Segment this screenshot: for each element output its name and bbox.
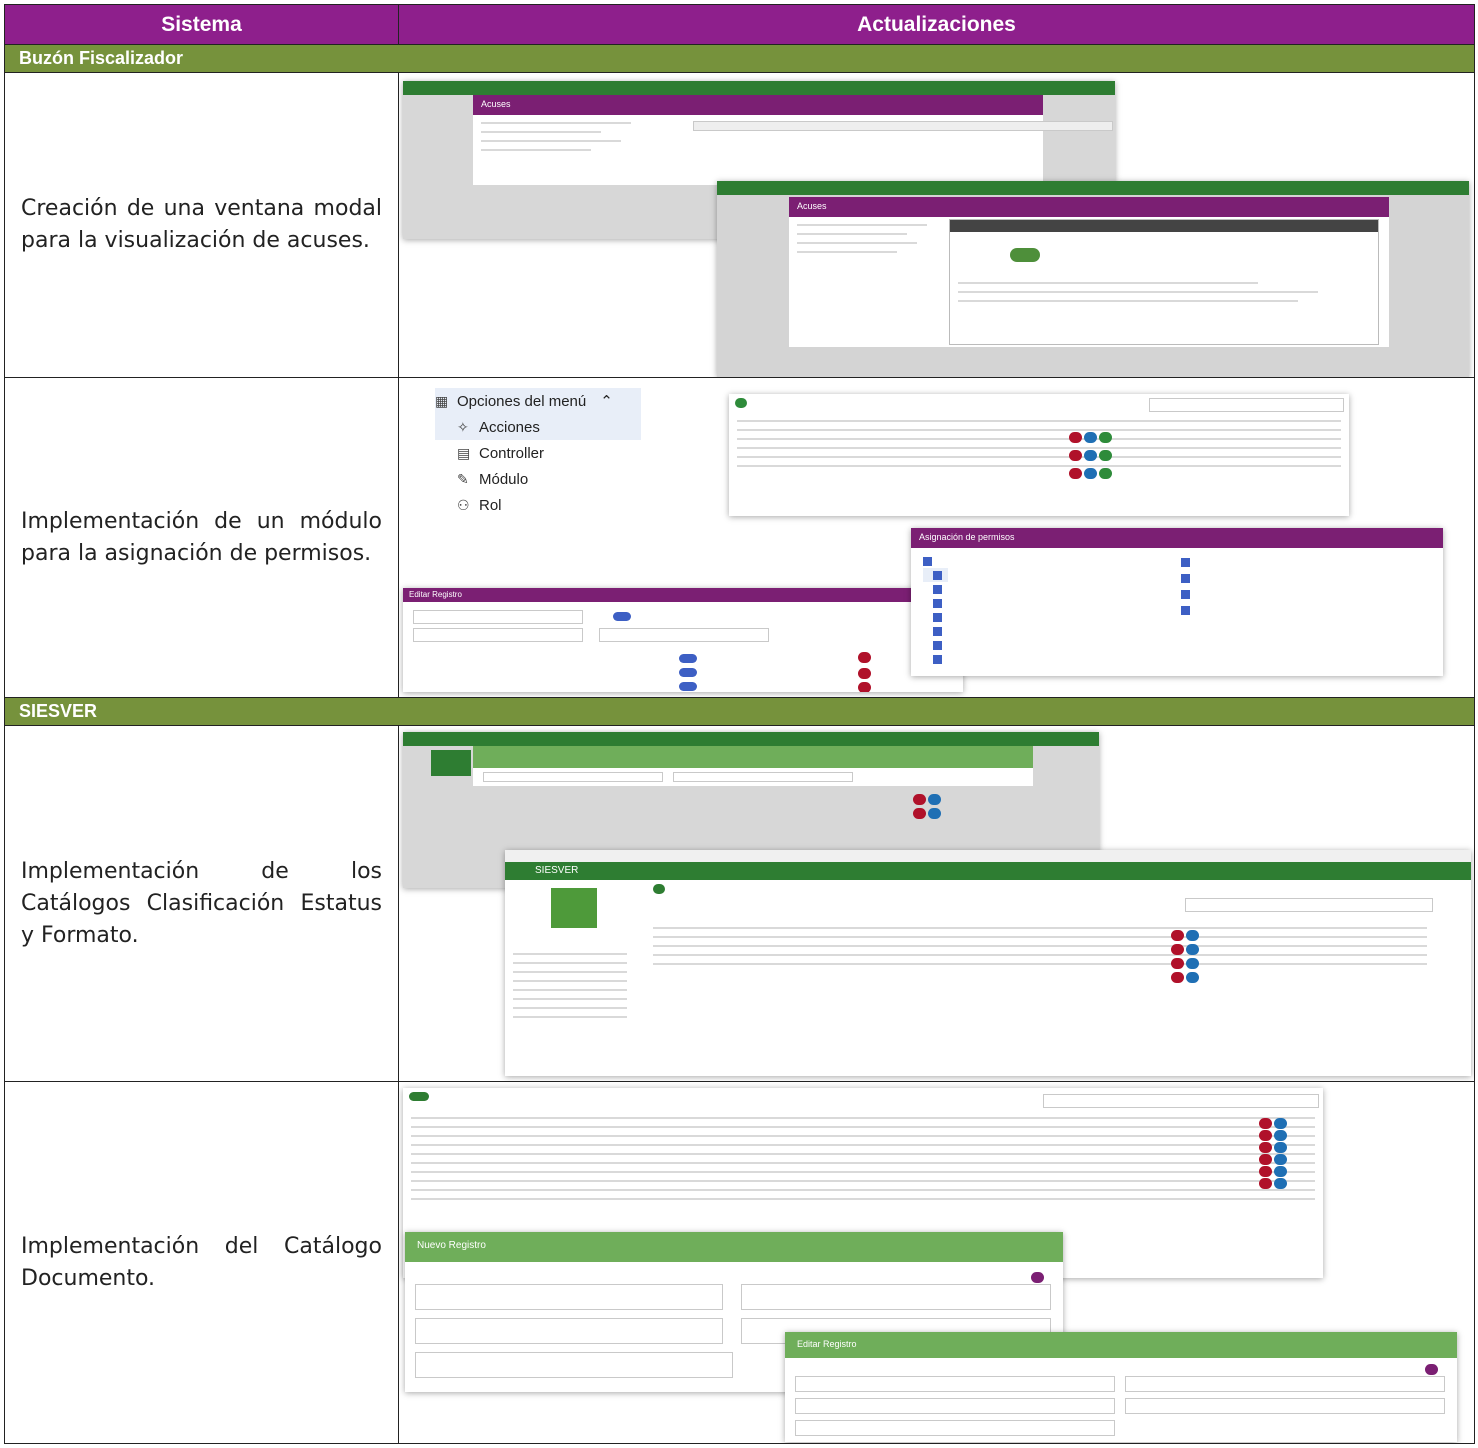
users-icon: ⚇	[457, 496, 470, 513]
row-description: Implementación de los Catálogos Clasific…	[4, 725, 399, 1082]
header-system: Sistema	[4, 4, 399, 45]
menu-options: ▦ Opciones del menú ⌃ ✧ Acciones ▤ Control…	[435, 388, 641, 532]
screenshot-acuses: Acuses Acuses	[398, 72, 1475, 378]
grid-icon: ▦	[435, 392, 449, 409]
new-modal-back	[473, 746, 1033, 786]
acuses-modal-front: Acuses	[789, 197, 1389, 347]
menu-item-rol[interactable]: ⚇ Rol	[435, 492, 641, 518]
row-description: Implementación del Catálogo Documento.	[4, 1081, 399, 1444]
screenshot-documento: Nuevo Registro Editar Registro	[398, 1081, 1475, 1444]
row-description: Creación de una ventana modal para la vi…	[4, 72, 399, 378]
menu-item-acciones[interactable]: ✧ Acciones	[435, 414, 641, 440]
siesver-logo-icon	[431, 750, 471, 776]
pencil-icon: ✎	[457, 470, 469, 487]
siesver-logo-icon	[551, 888, 597, 928]
edit-modal: Editar Registro	[403, 588, 963, 692]
acuses-modal-back: Acuses	[473, 95, 1113, 185]
edit-modal: Editar Registro	[785, 1332, 1457, 1442]
menu-item-modulo[interactable]: ✎ Módulo	[435, 466, 641, 492]
app-title: SIESVER	[505, 862, 1471, 880]
panel-icon: ▤	[457, 444, 471, 461]
modal-title: Acuses	[789, 197, 1389, 217]
section-title-buzon: Buzón Fiscalizador	[4, 44, 1475, 73]
roles-table	[729, 394, 1349, 516]
section-title-siesver: SIESVER	[4, 697, 1475, 726]
logo-icon	[1010, 248, 1040, 262]
siesver-window-front: SIESVER	[505, 850, 1471, 1076]
row-description: Implementación de un módulo para la asig…	[4, 377, 399, 698]
menu-title[interactable]: ▦ Opciones del menú ⌃	[435, 388, 641, 414]
perm-modal: Asignación de permisos	[911, 528, 1443, 676]
pdf-viewer	[949, 219, 1379, 345]
screenshot-formato: SIESVER	[398, 725, 1475, 1082]
header-updates: Actualizaciones	[398, 4, 1475, 45]
modal-title: Acuses	[473, 95, 1043, 115]
updates-table: Sistema Actualizaciones Buzón Fiscalizad…	[4, 4, 1475, 1444]
menu-item-controller[interactable]: ▤ Controller	[435, 440, 641, 466]
app-window-front: Acuses	[717, 181, 1469, 377]
screenshot-permisos: ▦ Opciones del menú ⌃ ✧ Acciones ▤ Control…	[398, 377, 1475, 698]
wand-icon: ✧	[457, 418, 469, 435]
chevron-up-icon: ⌃	[600, 393, 613, 410]
